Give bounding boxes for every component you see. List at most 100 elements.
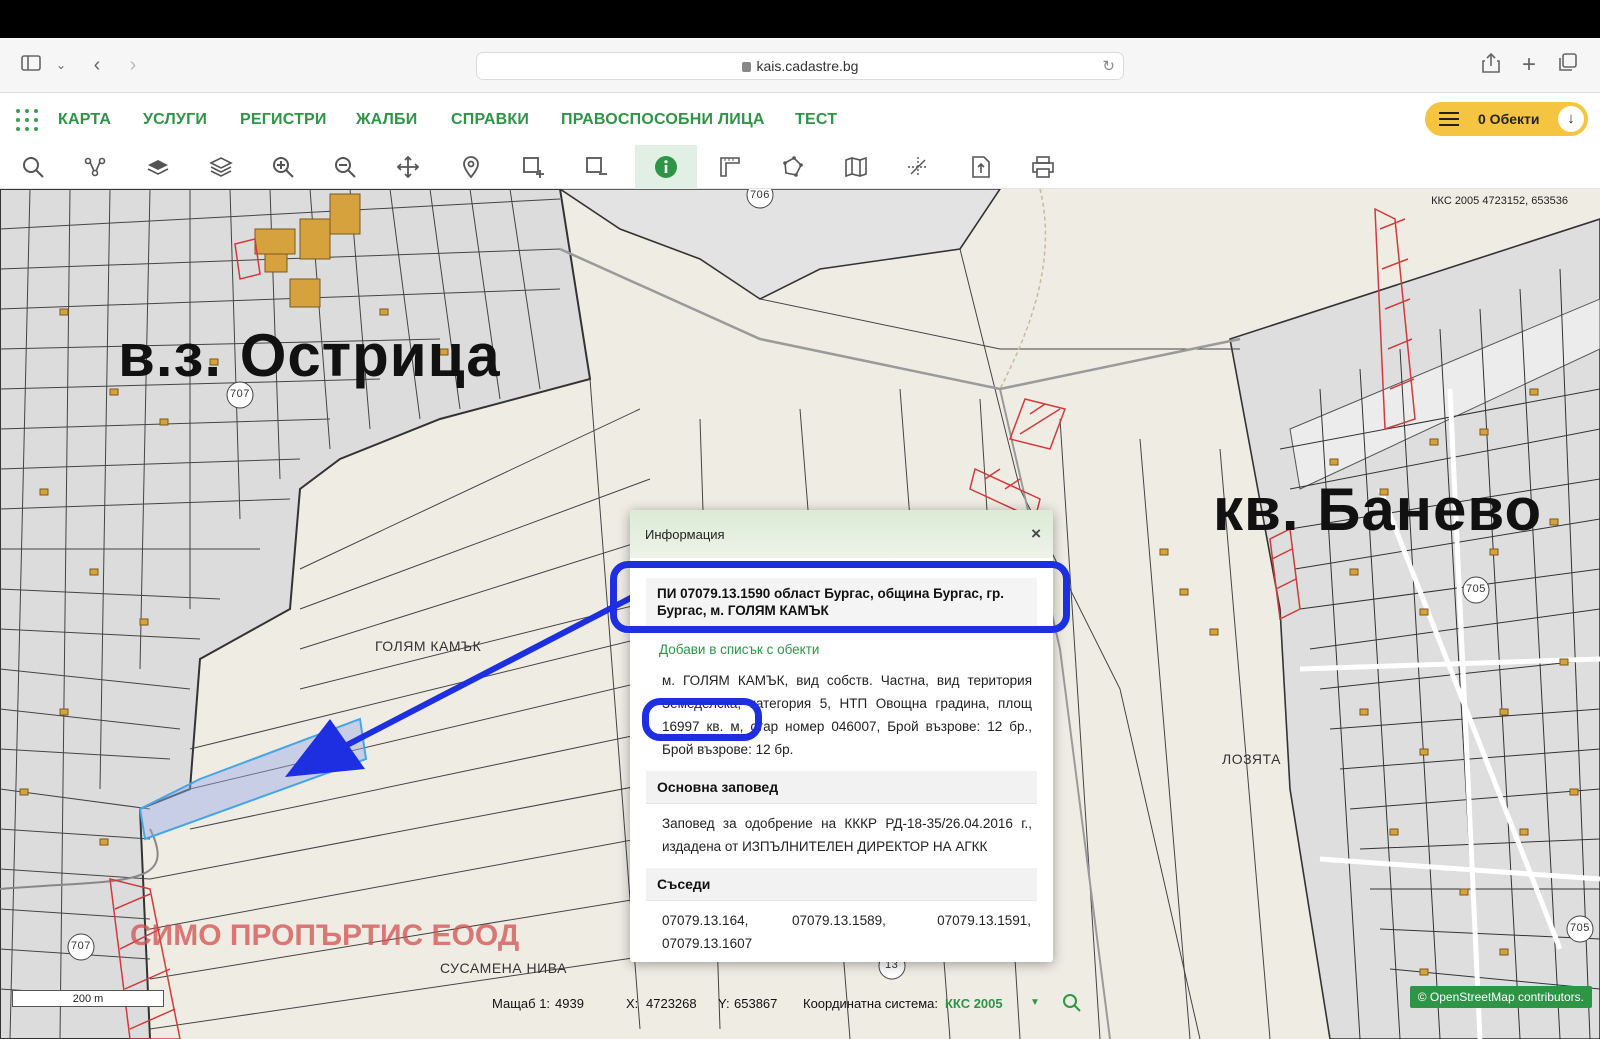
- scale-label: Мащаб 1:: [492, 996, 551, 1011]
- layer-single-tool[interactable]: [127, 145, 189, 189]
- route-icon: [84, 157, 106, 177]
- locality-label: ГОЛЯМ КАМЪК: [375, 638, 482, 654]
- zoom-in-icon: [273, 157, 294, 178]
- road-number: 707: [71, 940, 91, 952]
- map-icon: [845, 156, 867, 178]
- area-label-ostritsa: в.з. Острица: [118, 322, 501, 389]
- road-number: 705: [1570, 922, 1590, 934]
- forward-icon[interactable]: ›: [120, 52, 146, 78]
- layer-single-icon: [147, 160, 169, 175]
- search-icon: [23, 157, 44, 178]
- zoom-out-icon: [335, 157, 356, 178]
- road-number: 706: [750, 189, 770, 201]
- crs-label: Координатна система:: [803, 996, 938, 1011]
- export-icon: [972, 156, 990, 178]
- polygon-icon: [783, 156, 803, 177]
- pan-icon: [396, 155, 420, 179]
- zoom-out-tool[interactable]: [314, 145, 376, 189]
- neighbors-list: 07079.13.164, 07079.13.1589, 07079.13.1591…: [662, 909, 1032, 955]
- browser-toolbar: ⌄ ‹ › kais.cadastre.bg ↻ +: [0, 38, 1600, 93]
- y-label: Y:: [718, 996, 730, 1011]
- back-icon[interactable]: ‹: [84, 52, 110, 78]
- objects-button[interactable]: 0 Обекти ↓: [1425, 102, 1588, 136]
- app-navigation: КАРТА УСЛУГИ РЕГИСТРИ ЖАЛБИ СПРАВКИ ПРАВ…: [0, 93, 1600, 145]
- sidebar-toggle-icon[interactable]: [18, 52, 44, 78]
- share-icon[interactable]: [1478, 52, 1504, 78]
- x-value: 4723268: [646, 996, 697, 1011]
- osm-attribution[interactable]: © OpenStreetMap contributors.: [1409, 986, 1592, 1008]
- y-value: 653867: [734, 996, 778, 1011]
- nav-item-map[interactable]: КАРТА: [58, 111, 111, 129]
- nav-item-services[interactable]: УСЛУГИ: [143, 111, 207, 129]
- heading-highlight-box: [610, 561, 1070, 633]
- print-tool[interactable]: [1012, 145, 1074, 189]
- pan-tool[interactable]: [377, 145, 439, 189]
- nav-item-complaints[interactable]: ЖАЛБИ: [356, 111, 417, 129]
- select-remove-tool[interactable]: [565, 145, 627, 189]
- watermark: СИМО ПРОПЪРТИС ЕООД: [130, 919, 520, 952]
- location-pin-tool[interactable]: [440, 145, 502, 189]
- tabs-overview-icon[interactable]: [1555, 52, 1581, 78]
- nav-item-licensed-persons[interactable]: ПРАВОСПОСОБНИ ЛИЦА: [561, 111, 765, 129]
- layers-tool[interactable]: [190, 145, 252, 189]
- search-tool[interactable]: [2, 145, 64, 189]
- lock-icon: [741, 62, 751, 72]
- crs-select[interactable]: ККС 2005: [945, 996, 1003, 1011]
- route-tool[interactable]: [64, 145, 126, 189]
- add-to-objects-link[interactable]: Добави в списък с обекти: [659, 642, 1053, 657]
- info-tool[interactable]: [635, 145, 697, 189]
- locality-label: ЛОЗЯТА: [1222, 751, 1281, 767]
- neighbor-item[interactable]: 07079.13.164,: [662, 909, 792, 932]
- neighbors-heading: Съседи: [646, 868, 1037, 901]
- map-tool[interactable]: [825, 145, 887, 189]
- measure-icon: [720, 157, 740, 177]
- area-label-banevo: кв. Банево: [1213, 476, 1543, 543]
- url-bar[interactable]: kais.cadastre.bg ↻: [476, 52, 1124, 80]
- map-toolbar: [0, 145, 1600, 189]
- print-icon: [1032, 156, 1054, 178]
- order-text: Заповед за одобрение на КККР РД-18-35/26…: [662, 816, 1032, 854]
- new-tab-icon[interactable]: +: [1516, 52, 1542, 78]
- grid-tool[interactable]: [887, 145, 949, 189]
- close-icon[interactable]: ×: [1031, 524, 1041, 544]
- menu-icon: [1439, 112, 1459, 126]
- nav-item-registers[interactable]: РЕГИСТРИ: [240, 111, 327, 129]
- nav-item-references[interactable]: СПРАВКИ: [451, 111, 529, 129]
- nav-item-test[interactable]: ТЕСТ: [795, 111, 837, 129]
- chevron-down-icon[interactable]: ⌄: [48, 52, 74, 78]
- road-number: 705: [1466, 583, 1486, 595]
- popup-header: Информация ×: [630, 510, 1053, 558]
- chevron-down-icon[interactable]: ▼: [1030, 997, 1040, 1008]
- apps-grid-icon[interactable]: [16, 109, 38, 131]
- window-top-bar: [0, 0, 1600, 38]
- zoom-in-tool[interactable]: [252, 145, 314, 189]
- select-add-tool[interactable]: [502, 145, 564, 189]
- top-coordinates: ККС 2005 4723152, 653536: [1431, 195, 1568, 207]
- download-arrow-icon: ↓: [1558, 106, 1584, 132]
- polygon-tool[interactable]: [762, 145, 824, 189]
- url-text: kais.cadastre.bg: [756, 58, 859, 74]
- status-bar: Мащаб 1: 4939 X: 4723268 Y: 653867 Коорд…: [482, 991, 1112, 1015]
- info-icon: [655, 156, 677, 178]
- layers-icon: [209, 157, 233, 177]
- export-tool[interactable]: [950, 145, 1012, 189]
- scale-bar: 200 m: [12, 990, 164, 1007]
- objects-count: 0 Обекти: [1478, 111, 1540, 127]
- x-label: X:: [626, 996, 639, 1011]
- scale-value: 4939: [555, 996, 584, 1011]
- search-icon[interactable]: [1062, 993, 1082, 1016]
- select-add-icon: [523, 157, 544, 178]
- map-canvas[interactable]: ККС 2005 4723152, 653536 в.з. Острица кв…: [0, 189, 1600, 1039]
- location-pin-icon: [463, 156, 479, 179]
- neighbor-item[interactable]: 07079.13.1589,: [792, 909, 931, 932]
- grid-icon: [908, 157, 928, 177]
- area-highlight-box: [642, 698, 762, 741]
- neighbor-item[interactable]: 07079.13.1591,: [931, 909, 1031, 932]
- locality-label: СУСАМЕНА НИВА: [440, 960, 567, 976]
- order-heading: Основна заповед: [646, 771, 1037, 804]
- select-remove-icon: [586, 157, 607, 175]
- measure-tool[interactable]: [699, 145, 761, 189]
- neighbor-item[interactable]: 07079.13.1607: [662, 932, 752, 955]
- reload-icon[interactable]: ↻: [1102, 53, 1115, 80]
- popup-title: Информация: [645, 527, 725, 542]
